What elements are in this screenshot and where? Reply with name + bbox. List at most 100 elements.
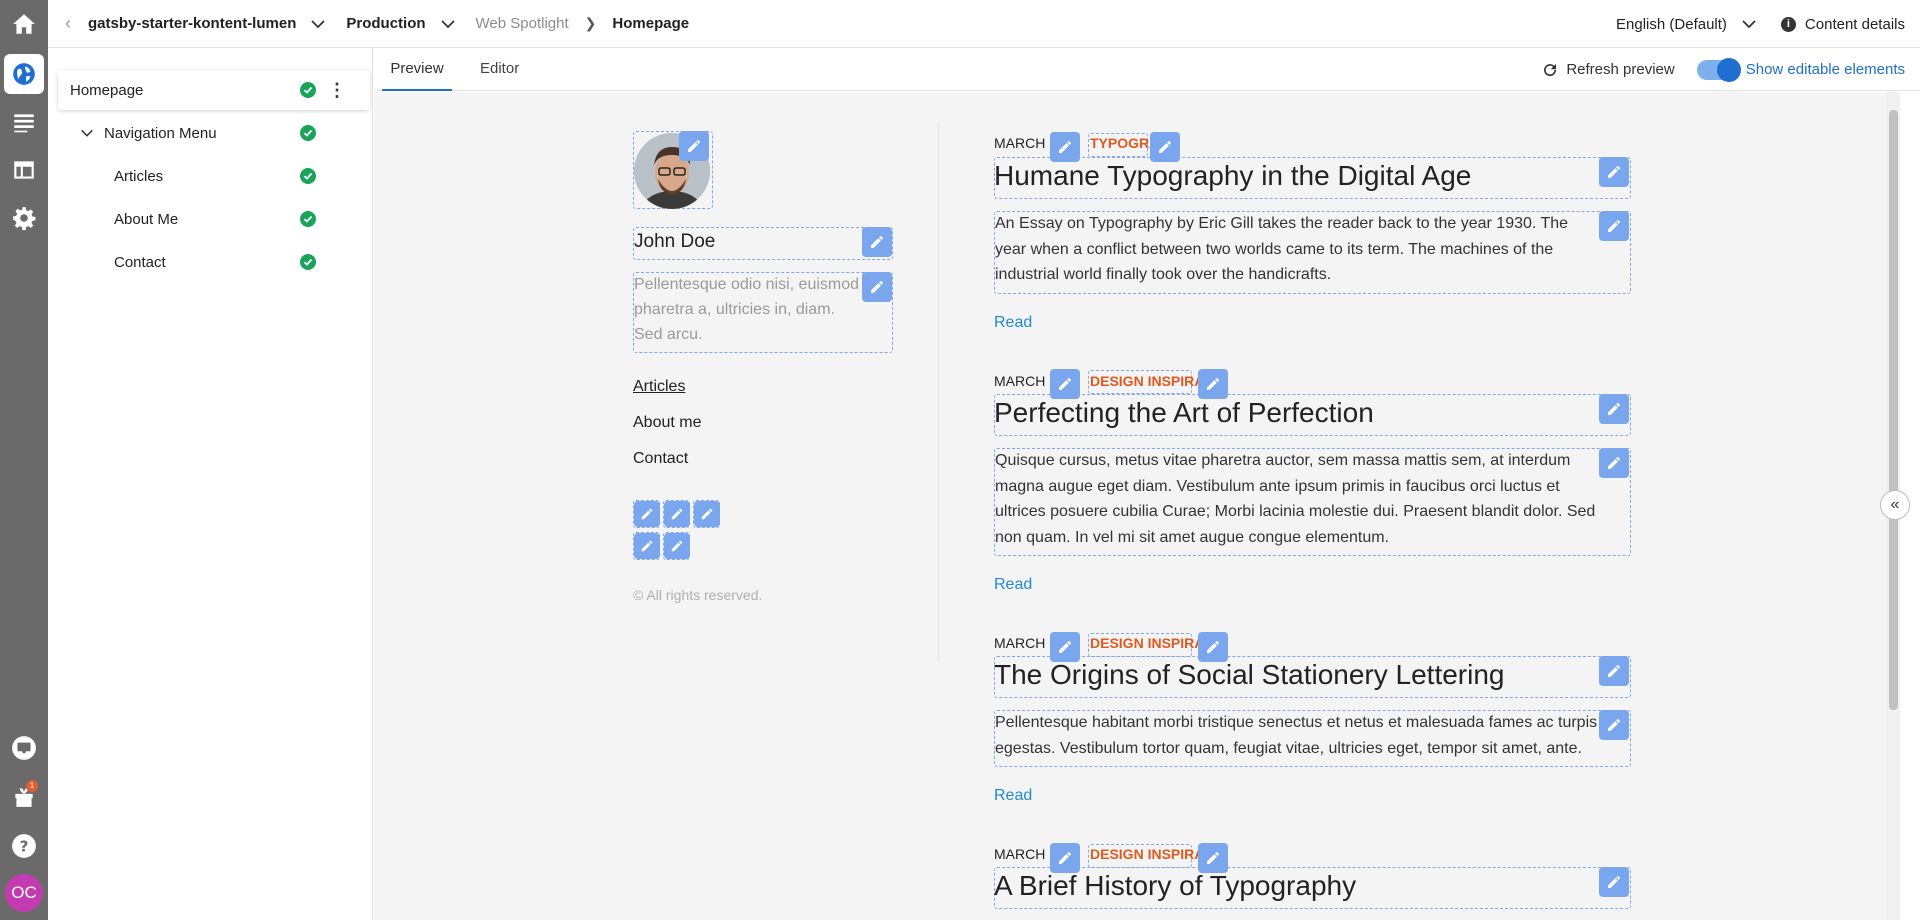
tree-item-label: Homepage bbox=[70, 81, 144, 99]
edit-title-pencil-icon[interactable] bbox=[1599, 656, 1629, 686]
edit-title-pencil-icon[interactable] bbox=[1599, 394, 1629, 424]
tree-item-navigation-menu[interactable]: Navigation Menu bbox=[58, 113, 370, 153]
page-tree: Homepage ⋮ Navigation Menu Articles Abou… bbox=[48, 48, 373, 920]
scrollbar-thumb[interactable] bbox=[1889, 110, 1898, 710]
edit-social-pencil-icon[interactable] bbox=[664, 533, 690, 559]
chevron-down-icon bbox=[310, 16, 326, 32]
project-switcher[interactable]: gatsby-starter-kontent-lumen bbox=[88, 0, 346, 48]
edit-title-pencil-icon[interactable] bbox=[1599, 867, 1629, 897]
chevron-down-icon[interactable] bbox=[80, 126, 94, 140]
tree-item-contact[interactable]: Contact bbox=[58, 242, 370, 282]
tree-item-about-me[interactable]: About Me bbox=[58, 199, 370, 239]
refresh-label: Refresh preview bbox=[1566, 61, 1675, 78]
info-icon: i bbox=[1780, 16, 1796, 32]
refresh-preview-button[interactable]: Refresh preview bbox=[1541, 61, 1675, 79]
site-copyright: © All rights reserved. bbox=[633, 587, 763, 603]
post-body: Quisque cursus, metus vitae pharetra auc… bbox=[995, 452, 1596, 546]
content-models-icon[interactable] bbox=[4, 150, 44, 190]
post-body: An Essay on Typography by Eric Gill take… bbox=[995, 215, 1569, 283]
tab-preview[interactable]: Preview bbox=[382, 48, 452, 91]
content-details-button[interactable]: i Content details bbox=[1780, 15, 1905, 33]
notification-badge: 1 bbox=[26, 780, 38, 792]
post-category[interactable]: DESIGN INSPIRAT bbox=[1090, 635, 1212, 651]
site-menu-articles[interactable]: Articles bbox=[633, 378, 685, 396]
post-title[interactable]: Perfecting the Art of Perfection bbox=[994, 397, 1374, 429]
post-title[interactable]: The Origins of Social Stationery Letteri… bbox=[994, 659, 1504, 691]
post-date: MARCH 2 bbox=[994, 373, 1058, 389]
published-check-icon bbox=[300, 82, 316, 98]
post-category[interactable]: TYPOGRA bbox=[1090, 135, 1159, 151]
edit-social-pencil-icon[interactable] bbox=[634, 533, 660, 559]
preview-controls: Refresh preview Show editable elements bbox=[1541, 48, 1905, 91]
language-label: English (Default) bbox=[1616, 15, 1727, 33]
settings-gear-icon[interactable] bbox=[4, 198, 44, 238]
read-link[interactable]: Read bbox=[994, 787, 1032, 805]
gift-icon[interactable]: 1 bbox=[4, 776, 44, 816]
read-link[interactable]: Read bbox=[994, 314, 1032, 332]
show-editable-toggle[interactable] bbox=[1696, 57, 1741, 82]
left-rail: 1 ? OC bbox=[0, 0, 48, 920]
content-inventory-icon[interactable] bbox=[4, 102, 44, 142]
post-title[interactable]: Humane Typography in the Digital Age bbox=[994, 160, 1471, 192]
column-divider bbox=[938, 122, 939, 662]
edit-name-pencil-icon[interactable] bbox=[862, 227, 892, 257]
refresh-icon bbox=[1544, 63, 1557, 76]
top-bar: ‹ gatsby-starter-kontent-lumen Productio… bbox=[48, 0, 1920, 48]
home-icon[interactable] bbox=[4, 4, 44, 44]
tab-editor[interactable]: Editor bbox=[480, 48, 519, 91]
tree-item-label: Articles bbox=[114, 167, 164, 185]
edit-title-pencil-icon[interactable] bbox=[1599, 157, 1629, 187]
chevron-down-icon bbox=[1741, 16, 1757, 32]
post-date: MARCH 2 bbox=[994, 846, 1058, 862]
published-check-icon bbox=[300, 168, 316, 184]
edit-bio-pencil-icon[interactable] bbox=[862, 272, 892, 302]
read-link[interactable]: Read bbox=[994, 576, 1032, 594]
project-name: gatsby-starter-kontent-lumen bbox=[88, 15, 297, 32]
preview-tabs: Preview Editor Refresh preview Show edit… bbox=[374, 48, 1920, 91]
author-bio: Pellentesque odio nisi, euismod pharetra… bbox=[634, 276, 860, 343]
tree-item-homepage[interactable]: Homepage ⋮ bbox=[58, 70, 370, 110]
edit-body-pencil-icon[interactable] bbox=[1599, 448, 1629, 478]
edit-avatar-pencil-icon[interactable] bbox=[679, 131, 709, 161]
more-options-icon[interactable]: ⋮ bbox=[328, 80, 346, 101]
edit-social-pencil-icon[interactable] bbox=[664, 501, 690, 527]
edit-social-pencil-icon[interactable] bbox=[634, 501, 660, 527]
breadcrumb-separator-icon: ❯ bbox=[584, 15, 597, 31]
back-chevron-icon[interactable]: ‹ bbox=[48, 0, 88, 48]
environment-switcher[interactable]: Production bbox=[346, 0, 475, 48]
tree-item-articles[interactable]: Articles bbox=[58, 156, 370, 196]
tree-item-label: Navigation Menu bbox=[104, 124, 217, 142]
site-menu-about-me[interactable]: About me bbox=[633, 414, 701, 432]
post-date: MARCH 2 bbox=[994, 135, 1058, 151]
content-details-label: Content details bbox=[1804, 15, 1905, 33]
web-spotlight-icon[interactable] bbox=[4, 54, 44, 94]
help-icon[interactable]: ? bbox=[4, 826, 44, 866]
post-title[interactable]: A Brief History of Typography bbox=[994, 870, 1356, 902]
site-menu-contact[interactable]: Contact bbox=[633, 450, 688, 468]
post-category[interactable]: DESIGN INSPIRAT bbox=[1090, 846, 1212, 862]
language-selector[interactable]: English (Default) bbox=[1616, 16, 1781, 33]
post-body: Pellentesque habitant morbi tristique se… bbox=[995, 714, 1598, 757]
top-right-controls: English (Default) i Content details bbox=[1616, 0, 1905, 48]
toggle-knob bbox=[1716, 57, 1741, 82]
breadcrumb-page: Homepage bbox=[612, 15, 690, 32]
edit-social-pencil-icon[interactable] bbox=[694, 501, 720, 527]
edit-body-pencil-icon[interactable] bbox=[1599, 211, 1629, 241]
breadcrumb-app[interactable]: Web Spotlight bbox=[476, 15, 569, 32]
published-check-icon bbox=[300, 254, 316, 270]
inbox-icon[interactable] bbox=[4, 728, 44, 768]
edit-body-pencil-icon[interactable] bbox=[1599, 710, 1629, 740]
author-name: John Doe bbox=[634, 231, 716, 252]
show-editable-label[interactable]: Show editable elements bbox=[1746, 61, 1905, 78]
published-check-icon bbox=[300, 125, 316, 141]
post-category[interactable]: DESIGN INSPIRAT bbox=[1090, 373, 1212, 389]
post-date: MARCH 2 bbox=[994, 635, 1058, 651]
collapse-panel-double-chevron-icon[interactable]: « bbox=[1880, 490, 1910, 520]
environment-name: Production bbox=[346, 15, 426, 32]
preview-canvas: John Doe Pellentesque odio nisi, euismod… bbox=[374, 92, 1886, 920]
user-avatar[interactable]: OC bbox=[5, 874, 43, 912]
published-check-icon bbox=[300, 211, 316, 227]
app-window: 1 ? OC ‹ gatsby-starter-kontent-lumen Pr… bbox=[0, 0, 1920, 920]
tree-item-label: About Me bbox=[114, 210, 179, 228]
chevron-down-icon bbox=[440, 16, 456, 32]
